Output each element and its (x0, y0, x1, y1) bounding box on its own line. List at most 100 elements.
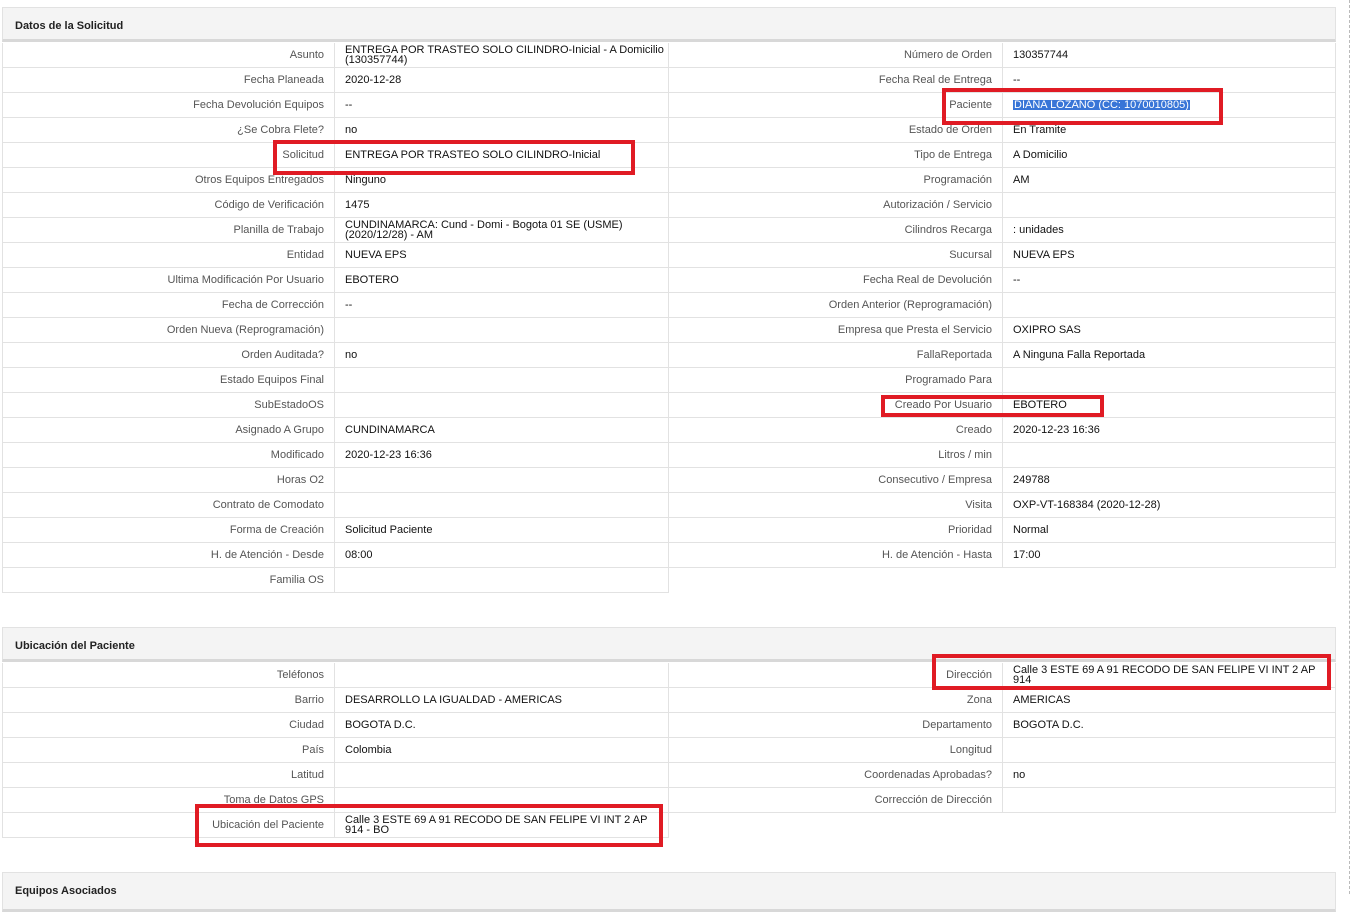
field-value-orden-auditada: no (335, 343, 669, 368)
field-value-ubicacion-del-paciente: Calle 3 ESTE 69 A 91 RECODO DE SAN FELIP… (335, 813, 669, 838)
field-value-zona: AMERICAS (1003, 688, 1336, 713)
table-row: Toma de Datos GPS Corrección de Dirección (2, 788, 1336, 813)
table-row: Asignado A Grupo CUNDINAMARCA Creado 2020-1… (2, 418, 1336, 443)
field-label-coordenadas-aprobadas: Coordenadas Aprobadas? (669, 763, 1003, 788)
table-row: Fecha Planeada 2020-12-28 Fecha Real de En… (2, 68, 1336, 93)
table-row: Orden Nueva (Reprogramación) Empresa que … (2, 318, 1336, 343)
field-label-estado-equipos-final: Estado Equipos Final (2, 368, 335, 393)
field-label-toma-de-datos-gps: Toma de Datos GPS (2, 788, 335, 813)
field-label-creado-por-usuario: Creado Por Usuario (669, 393, 1003, 418)
field-label-creado: Creado (669, 418, 1003, 443)
field-value-direccion: Calle 3 ESTE 69 A 91 RECODO DE SAN FELIP… (1003, 663, 1336, 688)
table-row: Planilla de Trabajo CUNDINAMARCA: Cund - … (2, 218, 1336, 243)
section-header-datos-solicitud: Datos de la Solicitud (2, 7, 1336, 42)
field-label-fecha-de-correccion: Fecha de Corrección (2, 293, 335, 318)
field-label-fecha-planeada: Fecha Planeada (2, 68, 335, 93)
table-row: SubEstadoOS Creado Por Usuario EBOTERO (2, 393, 1336, 418)
field-value-fecha-de-correccion: -- (335, 293, 669, 318)
page-edge-dashed-line (1349, 0, 1350, 894)
field-label-departamento: Departamento (669, 713, 1003, 738)
field-label-asignado-a-grupo: Asignado A Grupo (2, 418, 335, 443)
field-label-paciente: Paciente (669, 93, 1003, 118)
field-label-forma-de-creacion: Forma de Creación (2, 518, 335, 543)
field-value-planilla-de-trabajo: CUNDINAMARCA: Cund - Domi - Bogota 01 SE… (335, 218, 669, 243)
field-label-orden-auditada: Orden Auditada? (2, 343, 335, 368)
table-row: Contrato de Comodato Visita OXP-VT-168384 … (2, 493, 1336, 518)
field-label-solicitud: Solicitud (2, 143, 335, 168)
field-value-cilindros-recarga: : unidades (1003, 218, 1336, 243)
table-row: Ubicación del Paciente Calle 3 ESTE 69 A … (2, 813, 1336, 838)
field-label-orden-nueva-reprogramacion: Orden Nueva (Reprogramación) (2, 318, 335, 343)
field-value-h-de-atencion-desde: 08:00 (335, 543, 669, 568)
field-value-entidad: NUEVA EPS (335, 243, 669, 268)
field-label-otros-equipos-entregados: Otros Equipos Entregados (2, 168, 335, 193)
field-label-h-de-atencion-desde: H. de Atención - Desde (2, 543, 335, 568)
field-value-otros-equipos-entregados: Ninguno (335, 168, 669, 193)
field-label-correccion-de-direccion: Corrección de Dirección (669, 788, 1003, 813)
field-label-direccion: Dirección (669, 663, 1003, 688)
field-label-ciudad: Ciudad (2, 713, 335, 738)
field-label-sucursal: Sucursal (669, 243, 1003, 268)
field-value-creado-por-usuario: EBOTERO (1003, 393, 1336, 418)
field-label-orden-anterior-reprogramacion: Orden Anterior (Reprogramación) (669, 293, 1003, 318)
table-row: H. de Atención - Desde 08:00 H. de Atenció… (2, 543, 1336, 568)
section-title: Ubicación del Paciente (15, 640, 135, 652)
table-row: Teléfonos Dirección Calle 3 ESTE 69 A 91 R… (2, 663, 1336, 688)
field-value-toma-de-datos-gps (335, 788, 669, 813)
table-row: Fecha de Corrección -- Orden Anterior (Rep… (2, 293, 1336, 318)
field-value-solicitud: ENTREGA POR TRASTEO SOLO CILINDRO-Inicia… (335, 143, 669, 168)
field-value-visita: OXP-VT-168384 (2020-12-28) (1003, 493, 1336, 518)
table-row: Familia OS (2, 568, 1336, 593)
table-row: Otros Equipos Entregados Ninguno Programac… (2, 168, 1336, 193)
field-value-tipo-de-entrega: A Domicilio (1003, 143, 1336, 168)
field-value-forma-de-creacion: Solicitud Paciente (335, 518, 669, 543)
field-label-subestadoos: SubEstadoOS (2, 393, 335, 418)
field-value-estado-de-orden: En Tramite (1003, 118, 1336, 143)
field-value-fecha-devolucion-equipos: -- (335, 93, 669, 118)
field-value-familia-os (335, 568, 669, 593)
field-value-creado: 2020-12-23 16:36 (1003, 418, 1336, 443)
field-value-ciudad: BOGOTA D.C. (335, 713, 669, 738)
table-row: Horas O2 Consecutivo / Empresa 249788 (2, 468, 1336, 493)
field-value-coordenadas-aprobadas: no (1003, 763, 1336, 788)
field-value-empresa-que-presta-el-servicio: OXIPRO SAS (1003, 318, 1336, 343)
field-label-telefonos: Teléfonos (2, 663, 335, 688)
section-header-ubicacion-paciente: Ubicación del Paciente (2, 627, 1336, 662)
field-label-horas-o2: Horas O2 (2, 468, 335, 493)
field-label-prioridad: Prioridad (669, 518, 1003, 543)
field-value-fecha-planeada: 2020-12-28 (335, 68, 669, 93)
table-row: Ultima Modificación Por Usuario EBOTERO Fe… (2, 268, 1336, 293)
field-label-cilindros-recarga: Cilindros Recarga (669, 218, 1003, 243)
table-row: ¿Se Cobra Flete? no Estado de Orden En Tram… (2, 118, 1336, 143)
table-row: Latitud Coordenadas Aprobadas? no (2, 763, 1336, 788)
field-value-asunto: ENTREGA POR TRASTEO SOLO CILINDRO-Inicia… (335, 43, 669, 68)
field-label-fecha-devolucion-equipos: Fecha Devolución Equipos (2, 93, 335, 118)
field-label-asunto: Asunto (2, 43, 335, 68)
field-label-tipo-de-entrega: Tipo de Entrega (669, 143, 1003, 168)
field-label-contrato-de-comodato: Contrato de Comodato (2, 493, 335, 518)
table-row: Fecha Devolución Equipos -- Paciente DIANA … (2, 93, 1336, 118)
field-label-autorizacion-servicio: Autorización / Servicio (669, 193, 1003, 218)
field-value-estado-equipos-final (335, 368, 669, 393)
section-header-equipos-asociados: Equipos Asociados (2, 872, 1336, 912)
field-value-orden-anterior-reprogramacion (1003, 293, 1336, 318)
table-row: Barrio DESARROLLO LA IGUALDAD - AMERICAS Z… (2, 688, 1336, 713)
field-value-contrato-de-comodato (335, 493, 669, 518)
field-value-departamento: BOGOTA D.C. (1003, 713, 1336, 738)
field-value-fecha-real-de-devolucion: -- (1003, 268, 1336, 293)
table-row: Código de Verificación 1475 Autorización /… (2, 193, 1336, 218)
field-label-familia-os: Familia OS (2, 568, 335, 593)
table-row: Solicitud ENTREGA POR TRASTEO SOLO CILIND… (2, 143, 1336, 168)
field-value-paciente: DIANA LOZANO (CC: 1070010805) (1003, 93, 1336, 118)
field-label-ubicacion-del-paciente: Ubicación del Paciente (2, 813, 335, 838)
field-value-pais: Colombia (335, 738, 669, 763)
field-value-orden-nueva-reprogramacion (335, 318, 669, 343)
field-value-autorizacion-servicio (1003, 193, 1336, 218)
field-label-numero-de-orden: Número de Orden (669, 43, 1003, 68)
field-value-consecutivo-empresa: 249788 (1003, 468, 1336, 493)
field-value-telefonos (335, 663, 669, 688)
field-label-entidad: Entidad (2, 243, 335, 268)
table-row: Estado Equipos Final Programado Para (2, 368, 1336, 393)
field-value-codigo-de-verificacion: 1475 (335, 193, 669, 218)
field-value-fallareportada: A Ninguna Falla Reportada (1003, 343, 1336, 368)
